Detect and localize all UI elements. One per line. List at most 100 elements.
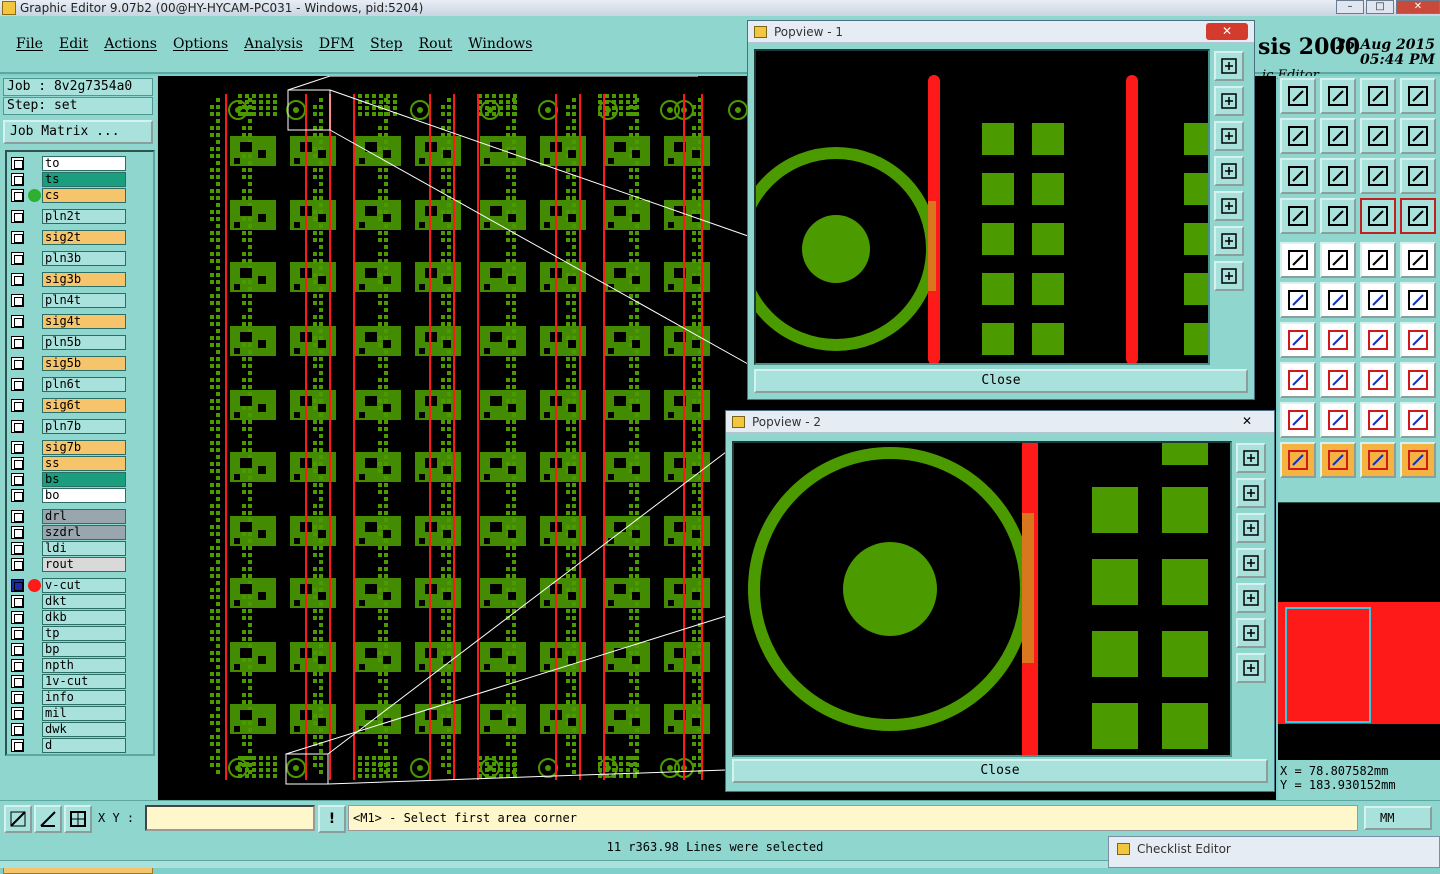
layer-row-pln2t[interactable]: pln2t [9, 209, 127, 224]
a-frame-alt-icon[interactable] [1400, 402, 1436, 438]
layer-checkbox[interactable] [11, 611, 24, 624]
popview-2-close-button[interactable]: Close [732, 759, 1268, 783]
layer-checkbox[interactable] [11, 441, 24, 454]
ruler-icon[interactable] [1360, 242, 1396, 278]
zoom-out-icon[interactable] [1236, 513, 1266, 543]
layer-checkbox[interactable] [11, 627, 24, 640]
fit-view-icon[interactable] [1236, 443, 1266, 473]
layer-row-sig5b[interactable]: sig5b [9, 356, 127, 371]
layer-row-npth[interactable]: npth [9, 658, 127, 673]
flip-icon[interactable] [1400, 322, 1436, 358]
layer-checkbox[interactable] [11, 595, 24, 608]
layer-name[interactable]: ts [42, 172, 126, 187]
menu-options[interactable]: Options [173, 36, 228, 52]
close-window-button[interactable]: ✕ [1396, 0, 1440, 14]
layer-checkbox[interactable] [11, 294, 24, 307]
minimize-button[interactable]: – [1336, 0, 1364, 14]
layer-checkbox[interactable] [11, 739, 24, 752]
layer-name[interactable]: pln5b [42, 335, 126, 350]
layer-name[interactable]: sig6t [42, 398, 126, 413]
layer-row-szdrl[interactable]: szdrl [9, 525, 127, 540]
layer-row-pln4t[interactable]: pln4t [9, 293, 127, 308]
layer-name[interactable]: rout [42, 557, 126, 572]
target-icon[interactable] [1400, 242, 1436, 278]
layer-row-sig7b[interactable]: sig7b [9, 440, 127, 455]
popview-1-view[interactable] [754, 49, 1210, 365]
line-edit-icon[interactable] [1280, 322, 1316, 358]
pan-left-icon[interactable] [1236, 548, 1266, 578]
layer-row-drl[interactable]: drl [9, 509, 127, 524]
layer-name[interactable]: dkb [42, 610, 126, 625]
layer-checkbox[interactable] [11, 189, 24, 202]
layer-row-ldi[interactable]: ldi [9, 541, 127, 556]
layer-checkbox[interactable] [11, 707, 24, 720]
zoom-in-icon[interactable] [1214, 86, 1244, 116]
layer-checkbox[interactable] [11, 489, 24, 502]
menu-dfm[interactable]: DFM [319, 36, 354, 52]
triangle-alt-icon[interactable] [1320, 402, 1356, 438]
fit-view-icon[interactable] [1214, 51, 1244, 81]
xy-input[interactable] [145, 805, 315, 831]
layer-name[interactable]: to [42, 156, 126, 171]
layer-name[interactable]: bs [42, 472, 126, 487]
cursor-outline-icon[interactable] [1360, 442, 1396, 478]
layer-checkbox[interactable] [11, 315, 24, 328]
layer-checkbox[interactable] [11, 579, 24, 592]
a-frame-icon[interactable] [1360, 402, 1396, 438]
measure-icon[interactable] [34, 805, 62, 833]
layer-checkbox[interactable] [11, 420, 24, 433]
layer-checkbox[interactable] [11, 558, 24, 571]
layer-row-bs[interactable]: bs [9, 472, 127, 487]
menu-analysis[interactable]: Analysis [244, 36, 303, 52]
layer-row-rout[interactable]: rout [9, 557, 127, 572]
traffic-light-icon[interactable] [1360, 198, 1396, 234]
layer-row-pln3b[interactable]: pln3b [9, 251, 127, 266]
menu-actions[interactable]: Actions [104, 36, 157, 52]
menu-rout[interactable]: Rout [419, 36, 453, 52]
layer-row-dkb[interactable]: dkb [9, 610, 127, 625]
layer-name[interactable]: tp [42, 626, 126, 641]
layer-checkbox[interactable] [11, 399, 24, 412]
path-icon[interactable] [1400, 442, 1436, 478]
layer-row-pln6t[interactable]: pln6t [9, 377, 127, 392]
checklist-editor-window[interactable]: Checklist Editor [1108, 836, 1440, 868]
fit-icon[interactable] [1280, 158, 1316, 194]
layer-name[interactable]: ldi [42, 541, 126, 556]
layer-checkbox[interactable] [11, 542, 24, 555]
layer-checkbox[interactable] [11, 173, 24, 186]
layer-name[interactable]: pln6t [42, 377, 126, 392]
layer-checkbox[interactable] [11, 210, 24, 223]
down-arrow-icon[interactable] [1320, 78, 1356, 114]
pan-right-icon[interactable] [1236, 583, 1266, 613]
layer-row-cs[interactable]: cs [9, 188, 127, 203]
layer-row-sig4t[interactable]: sig4t [9, 314, 127, 329]
triangle-icon[interactable] [1280, 402, 1316, 438]
layer-checkbox[interactable] [11, 273, 24, 286]
layer-row-1v-cut[interactable]: 1v-cut [9, 674, 127, 689]
layer-row-info[interactable]: info [9, 690, 127, 705]
layer-checkbox[interactable] [11, 157, 24, 170]
home-icon[interactable] [1360, 78, 1396, 114]
layer-name[interactable]: pln4t [42, 293, 126, 308]
arrow-diag-alt-icon[interactable] [1400, 282, 1436, 318]
popview-2-close-icon[interactable]: ✕ [1226, 413, 1268, 430]
layer-name[interactable]: bp [42, 642, 126, 657]
layer-name[interactable]: mil [42, 706, 126, 721]
layer-row-sig6t[interactable]: sig6t [9, 398, 127, 413]
menu-edit[interactable]: Edit [59, 36, 88, 52]
overview-minimap[interactable] [1278, 501, 1440, 760]
zoom-out-icon[interactable] [1400, 118, 1436, 154]
units-selector[interactable]: MM [1364, 806, 1432, 830]
maximize-button[interactable]: □ [1366, 0, 1394, 14]
layer-name[interactable]: sig2t [42, 230, 126, 245]
alert-icon[interactable]: ! [318, 805, 346, 833]
pan-left-icon[interactable] [1214, 156, 1244, 186]
arrow-diag-icon[interactable] [1360, 282, 1396, 318]
traffic-light-alt-icon[interactable] [1400, 198, 1436, 234]
layer-row-pln5b[interactable]: pln5b [9, 335, 127, 350]
center-icon[interactable] [1320, 158, 1356, 194]
cross-icon[interactable] [1320, 282, 1356, 318]
layer-row-tp[interactable]: tp [9, 626, 127, 641]
zoom-out-icon[interactable] [1214, 121, 1244, 151]
layer-name[interactable]: sig4t [42, 314, 126, 329]
